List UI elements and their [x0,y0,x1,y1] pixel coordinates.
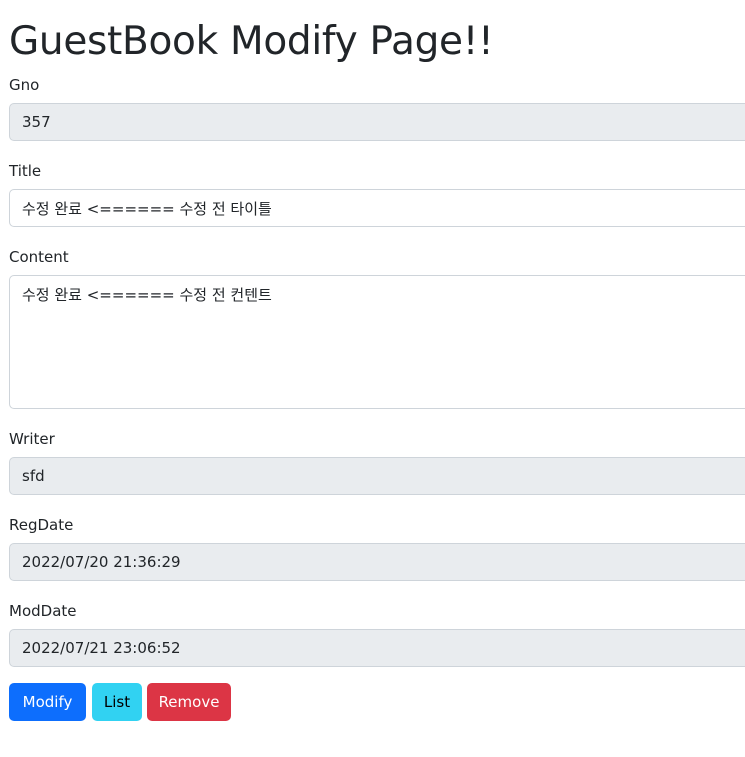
list-button[interactable]: List [92,683,142,721]
gno-field[interactable] [9,103,745,141]
moddate-label: ModDate [9,602,77,620]
content-label: Content [9,248,69,266]
modify-button[interactable]: Modify [9,683,86,721]
title-label: Title [9,162,42,180]
moddate-field[interactable] [9,629,745,667]
modify-page: GuestBook Modify Page!! Gno Title Conten… [0,0,745,757]
writer-label: Writer [9,430,55,448]
regdate-label: RegDate [9,516,74,534]
page-title: GuestBook Modify Page!! [9,19,494,64]
remove-button[interactable]: Remove [147,683,231,721]
writer-field[interactable] [9,457,745,495]
title-field[interactable] [9,189,745,227]
content-field[interactable]: 수정 완료 <====== 수정 전 컨텐트 [9,275,745,409]
regdate-field[interactable] [9,543,745,581]
gno-label: Gno [9,76,40,94]
